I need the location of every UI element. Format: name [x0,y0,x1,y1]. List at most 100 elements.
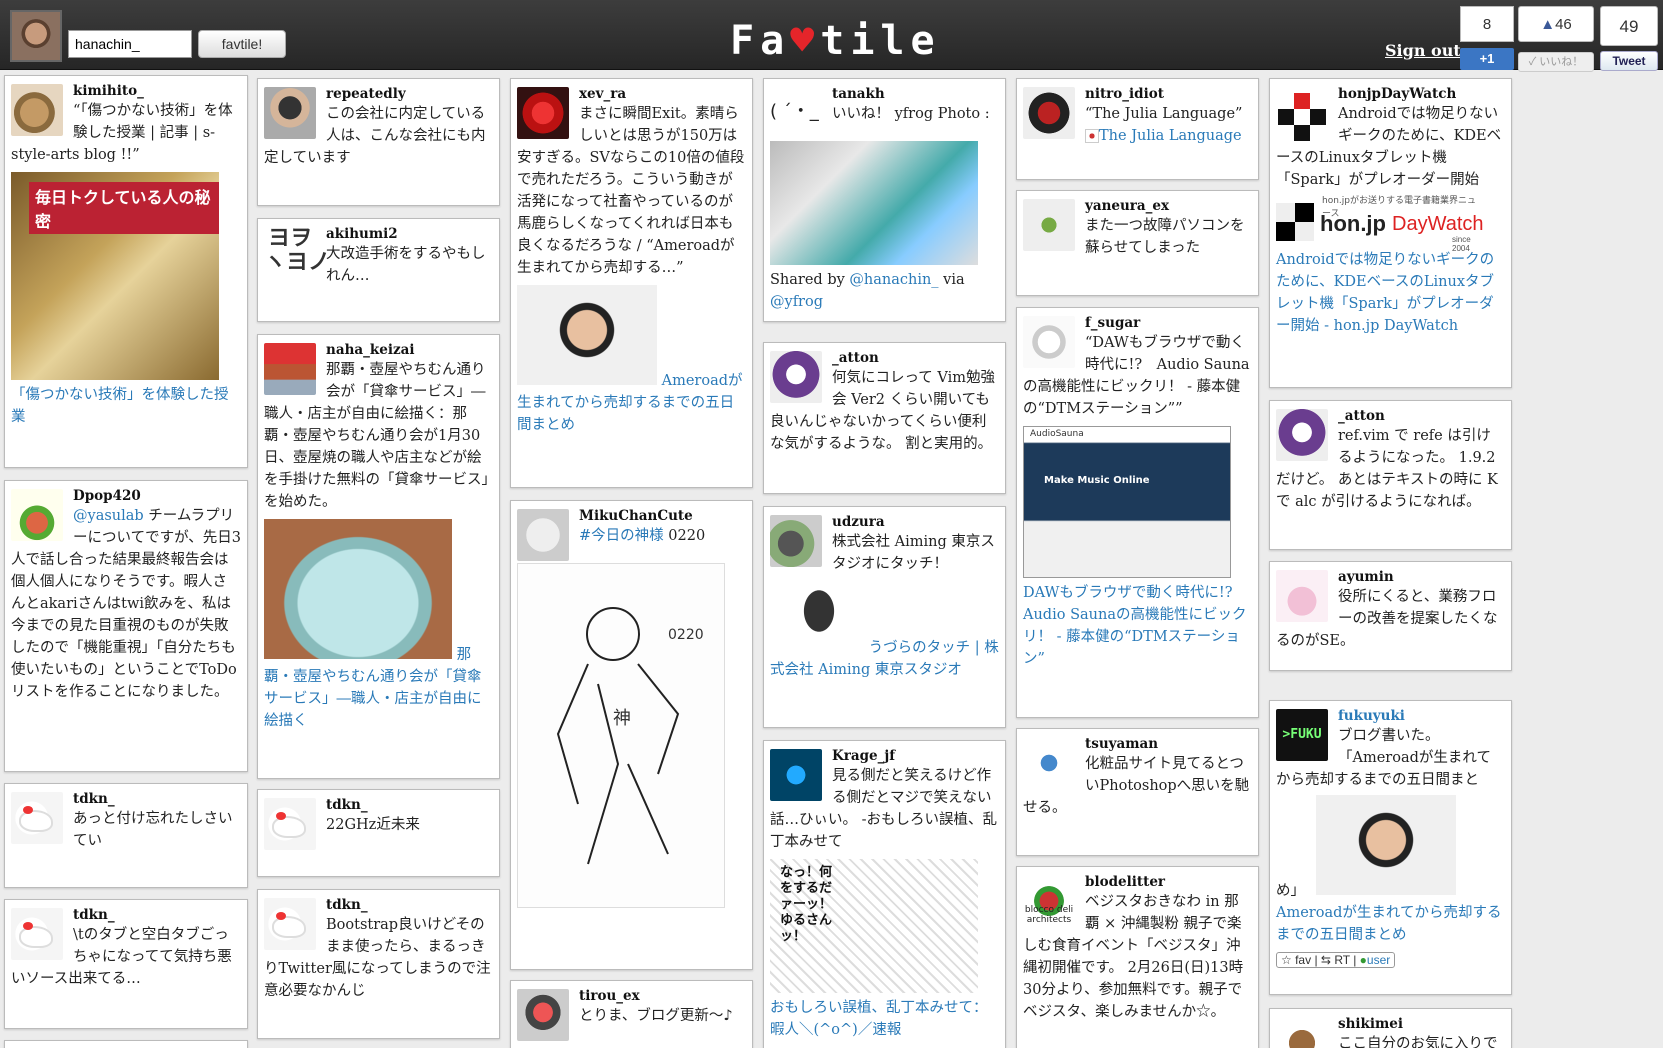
user-avatar[interactable]: ヨヲ ヽヨノ [264,227,330,279]
tweet-text: ここ自分のお気に入りで [1338,1036,1498,1048]
user-avatar[interactable] [770,351,822,403]
user-avatar[interactable] [1023,87,1075,139]
tweet-actions: ☆ fav | ⇆ RT | ●user [1276,952,1396,968]
sketch-label: 0220 [668,627,704,643]
tweet-tile: tsuyaman 化粧品サイト見てるとついPhotoshopへ思いを馳せる。 [1016,728,1259,856]
user-avatar[interactable] [1276,87,1328,141]
tweet-tile: Dpop420 @yasulab チームラプリーについてですが、先日3人で話し合… [4,480,248,772]
user-avatar[interactable] [11,84,63,136]
sketch-photo[interactable]: 0220 神 [517,563,725,908]
user-avatar[interactable] [264,798,316,850]
fav-action[interactable]: ☆ fav [1281,953,1311,967]
user-avatar[interactable] [1023,316,1075,368]
tweet-tile: yaneura_ex また一つ故障パソコンを蘇らせてしまった [1016,190,1259,296]
tweet-link[interactable]: Ameroadが生まれてから売却するまでの五日間まとめ [1276,905,1501,943]
tweet-photo[interactable] [517,285,657,385]
tweet-tile: ( ´・_ tanakh いいね！ yfrog Photo : Shared b… [763,78,1006,322]
tweet-text: 22GHz近未来 [326,817,420,833]
tweet-tile: tdkn_ あっと付け忘れたしさいてい [4,783,248,888]
tweet-photo[interactable]: 毎日トクしている人の秘密 [11,172,219,380]
yfrog-photo[interactable] [770,141,978,265]
user-avatar[interactable]: blocco deli architects [1023,875,1075,927]
tweet-tile: ヨヲ ヽヨノ akihumi2 大改造手術をするやもしれん… [257,218,500,322]
user-avatar[interactable] [264,343,316,395]
sketch-char: 神 [613,708,631,729]
user-avatar[interactable] [770,515,822,567]
user-avatar[interactable] [264,87,316,139]
user-avatar[interactable] [517,509,569,561]
tweet-tile: _atton ref.vim で refe は引けるようになった。 1.9.2 … [1269,400,1512,550]
tweet-tile: MikuChanCute #今日の神様 0220 0220 神 [510,500,753,970]
user-avatar[interactable] [11,489,63,541]
tweet-tile: _atton 何気にコレって Vim勉強会 Ver2 くらい開いても良いんじゃな… [763,342,1006,494]
tweet-photo[interactable] [1315,795,1456,895]
manga-photo[interactable]: なっ！何をするだァーッ！ゆるさんッ！ [770,859,978,993]
tweet-tile: tdkn_ 22GHz近未来 [257,789,500,877]
sign-out-link[interactable]: Sign out [1385,41,1461,60]
user-avatar[interactable] [517,87,569,139]
tweet-link[interactable]: 「傷つかない技術」を体験した授業 [11,387,229,425]
tweet-count: 49 [1600,6,1658,46]
tweet-text: 0220 [663,528,706,544]
tweet-tile: f_sugar “DAWもブラウザで動く時代に!? Audio Saunaの高機… [1016,307,1259,718]
shared-via-label: via [938,272,965,288]
user-avatar[interactable] [11,908,63,960]
tweet-photo[interactable] [264,519,452,659]
tweet-tile: udzura 株式会社 Aiming 東京スタジオにタッチ！ うづらのタッチ |… [763,506,1006,728]
audiosauna-screenshot[interactable]: AudioSauna Make Music Online [1023,426,1231,578]
book-cover-title: 毎日トクしている人の秘密 [29,182,219,234]
user-avatar[interactable] [11,792,63,844]
username-input[interactable] [68,30,192,58]
retweet-icon: ⇆ [1320,953,1331,967]
user-action[interactable]: user [1367,953,1390,967]
user-avatar[interactable]: ( ´・_ [770,87,822,139]
user-avatar[interactable] [1276,409,1328,461]
tweet-text: 大改造手術をするやもしれん… [326,246,486,284]
tweet-tile: naha_keizai 那覇・壺屋やちむん通り会が「貸傘サービス」―職人・店主が… [257,334,500,779]
avatar-emoticon: ( ´・_ [770,101,819,122]
shared-by-label: Shared by [770,272,850,288]
user-avatar[interactable] [1023,737,1075,789]
tweet-link[interactable]: Androidでは物足りないギークのために、KDEベースのLinuxタブレット機… [1276,252,1494,334]
tweet-link[interactable]: おもしろい誤植、乱丁本みせて：暇人＼(^o^)／速報 [770,1000,988,1038]
tweet-button[interactable]: Tweet [1600,51,1658,71]
user-avatar[interactable] [517,989,569,1041]
tweet-link[interactable]: The Julia Language [1099,128,1242,144]
julia-logo-icon [1085,129,1099,143]
user-avatar[interactable]: >FUKU [1276,709,1328,761]
screenshot-title: AudioSauna [1030,429,1084,439]
hashtag-link[interactable]: #今日の神様 [579,528,664,544]
banner-brand: hon.jp [1320,211,1386,236]
tweet-text: 株式会社 Aiming 東京スタジオにタッチ！ [832,534,995,572]
tweet-link[interactable]: 那覇・壺屋やちむん通り会が「貸傘サービス」―職人・店主が自由に絵描く [264,647,482,729]
user-avatar[interactable] [1276,1017,1328,1048]
tweet-text: とりま、ブログ更新～♪ [579,1008,733,1024]
tweet-tile: blocco deli architects blodelitter ベジスタお… [1016,866,1259,1048]
rt-action[interactable]: RT [1334,953,1350,967]
tweet-tile: ayumin 役所にくると、業務フローの改善を提案したくなるのがSE。 [1269,561,1512,671]
gplus-button[interactable]: +1 [1460,48,1514,70]
shared-user-link[interactable]: @hanachin_ [849,272,938,288]
tweet-tile: honjpDayWatch Androidでは物足りないギークのために、KDEベ… [1269,78,1512,388]
user-icon: ● [1359,953,1367,967]
user-avatar[interactable] [1276,570,1328,622]
tweet-tile: Krage_jf 見る側だと笑えるけど作る側だとマジで笑えない話…ひぃい。 -お… [763,740,1006,1048]
favtile-button[interactable]: favtile! [198,30,286,58]
user-avatar[interactable] [770,749,822,801]
like-button[interactable]: ✓ いいね！ [1518,52,1594,72]
honjp-logo-icon [1276,203,1314,241]
user-avatar[interactable] [1023,199,1075,251]
honjp-banner[interactable]: hon.jpがお送りする電子書籍業界ニュース hon.jp DayWatch s… [1276,196,1484,253]
banner-since: since 2004 [1452,235,1471,253]
top-bar: favtile! Fa♥tile Sign out 8 +1 ▲46 ✓ いいね… [0,0,1663,72]
user-avatar[interactable] [264,898,316,950]
shared-source-link[interactable]: @yfrog [770,294,823,310]
heart-icon: ♥ [790,18,821,64]
tweet-text: “The Julia Language” [1085,106,1243,122]
mention-link[interactable]: @yasulab [73,508,144,524]
tweet-tile: xev_ra まさに瞬間Exit。素晴らしいとは思うが150万は安すぎる。SVな… [510,78,753,488]
tweet-tile: repeatedly この会社に内定している人は、こんな会社にも内定しています [257,78,500,206]
chair-photo[interactable] [784,579,854,659]
tweet-link[interactable]: DAWもブラウザで動く時代に!? Audio Saunaの高機能性にビックリ！ … [1023,585,1246,667]
tweet-text: また一つ故障パソコンを蘇らせてしまった [1085,218,1245,256]
